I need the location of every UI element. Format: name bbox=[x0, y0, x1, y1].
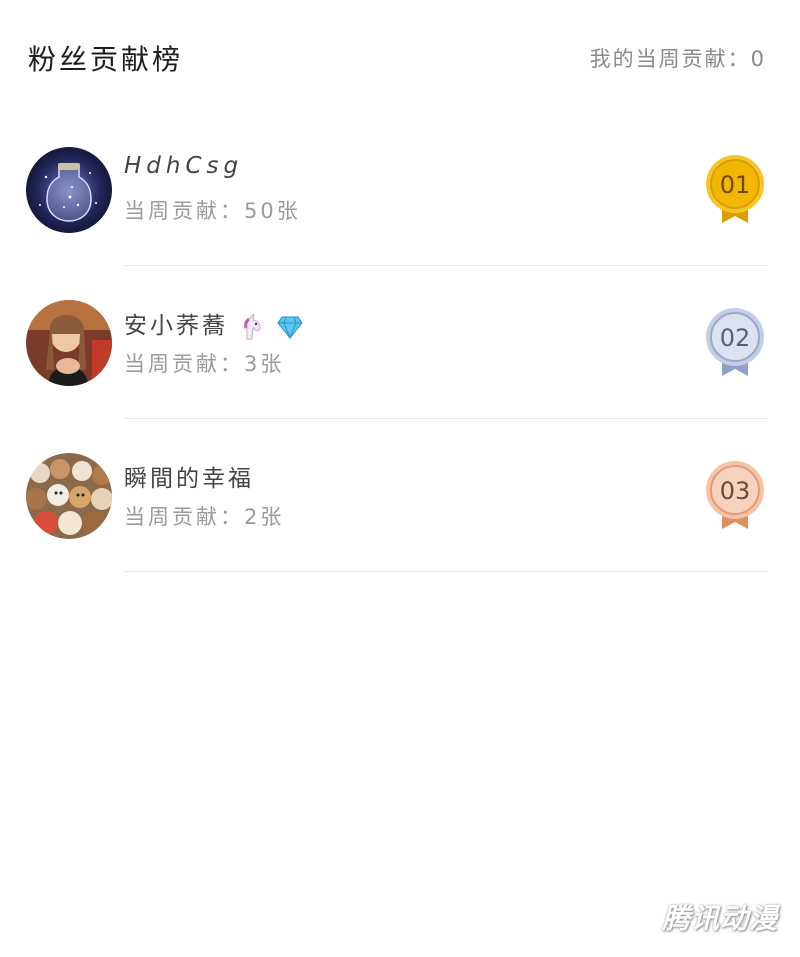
list-item[interactable]: 安小荞蕎 当周贡献：3张 02 bbox=[0, 300, 800, 420]
divider bbox=[124, 418, 768, 419]
watermark-logo: 腾讯动漫 bbox=[661, 902, 778, 935]
list-item[interactable]: 瞬間的幸福 当周贡献：2张 03 bbox=[0, 453, 800, 573]
list-item[interactable]: HdhCsg 当周贡献：50张 01 bbox=[0, 147, 800, 267]
rank-number: 03 bbox=[720, 477, 751, 505]
divider bbox=[124, 571, 768, 572]
user-name: 瞬間的幸福 bbox=[124, 466, 254, 492]
avatar[interactable] bbox=[26, 147, 112, 233]
contribution-text: 当周贡献：2张 bbox=[124, 505, 285, 529]
user-name: 安小荞蕎 bbox=[124, 306, 303, 340]
page-title: 粉丝贡献榜 bbox=[28, 43, 184, 76]
rank-number: 01 bbox=[720, 171, 751, 199]
contribution-text: 当周贡献：50张 bbox=[124, 199, 301, 223]
user-name: HdhCsg bbox=[124, 153, 244, 179]
header: 粉丝贡献榜 我的当周贡献：0 bbox=[28, 38, 766, 78]
contribution-text: 当周贡献：3张 bbox=[124, 352, 285, 376]
rank-number: 02 bbox=[720, 324, 751, 352]
avatar[interactable] bbox=[26, 300, 112, 386]
diamond-icon bbox=[277, 316, 303, 339]
rank-medal-icon: 03 bbox=[702, 459, 768, 531]
divider bbox=[124, 265, 768, 266]
rank-medal-icon: 02 bbox=[702, 306, 768, 378]
avatar[interactable] bbox=[26, 453, 112, 539]
rank-medal-icon: 01 bbox=[702, 153, 768, 225]
user-name-text: 安小荞蕎 bbox=[124, 313, 228, 339]
unicorn-icon bbox=[244, 313, 262, 339]
my-contribution: 我的当周贡献：0 bbox=[589, 47, 766, 71]
